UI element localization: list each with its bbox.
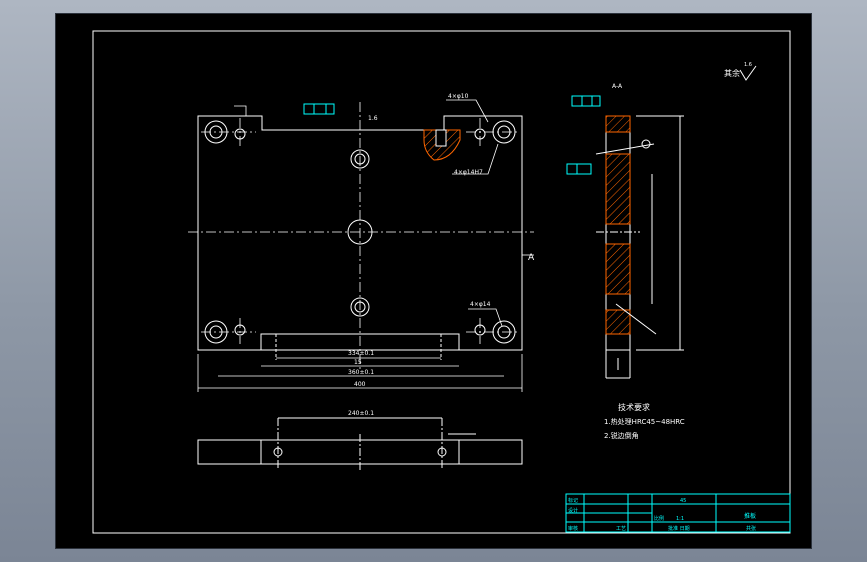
cad-viewport[interactable]: 1.6 A 400 360±0.1 334±0.1 15 4×φ10 4×φ14…	[56, 14, 811, 548]
technical-drawing: 1.6 A 400 360±0.1 334±0.1 15 4×φ10 4×φ14…	[92, 30, 791, 534]
dim-inner-1: 360±0.1	[348, 369, 374, 376]
roughness-symbol: 其余 1.6	[724, 62, 757, 81]
side-view-title: A-A	[612, 83, 623, 90]
tb-cell-material: 45	[680, 498, 686, 504]
hole-note-1: 4×φ10	[448, 93, 469, 100]
roughness-label-front: 1.6	[368, 115, 378, 122]
tb-cell-design: 设计	[568, 507, 578, 514]
dim-total-width: 400	[354, 381, 366, 388]
notes-line-1: 1.热处理HRC45~48HRC	[604, 417, 685, 426]
front-view-centerlines	[188, 102, 534, 370]
roughness-note-value: 1.6	[744, 62, 752, 68]
tb-cell-process: 工艺	[616, 526, 626, 532]
front-view-dimensions	[197, 99, 534, 392]
tb-cell-date: 批准 日期	[668, 525, 690, 532]
tb-cell-check: 审核	[568, 525, 578, 532]
tb-drawing-name: 推板	[744, 512, 756, 520]
dim-bottom-view: 240±0.1	[348, 410, 374, 417]
side-view	[595, 115, 684, 379]
tb-cell-sheet: 共张	[746, 525, 756, 532]
notes-title: 技术要求	[618, 402, 650, 412]
tb-scale-value: 1:1	[676, 516, 684, 522]
bottom-view	[197, 417, 523, 470]
hole-note-2: 4×φ14H7	[454, 169, 483, 176]
technical-notes: 技术要求 1.热处理HRC45~48HRC 2.锐边倒角	[604, 402, 685, 440]
dim-inner-3: 15	[354, 359, 362, 366]
notes-line-2: 2.锐边倒角	[604, 431, 639, 440]
tb-cell-scale: 比例	[654, 515, 664, 522]
hole-note-3: 4×φ14	[470, 301, 491, 308]
roughness-note-label: 其余	[724, 68, 740, 78]
section-mark-a: A	[528, 253, 535, 263]
dim-inner-2: 334±0.1	[348, 350, 374, 357]
tb-cell-tag: 标记	[568, 497, 578, 504]
